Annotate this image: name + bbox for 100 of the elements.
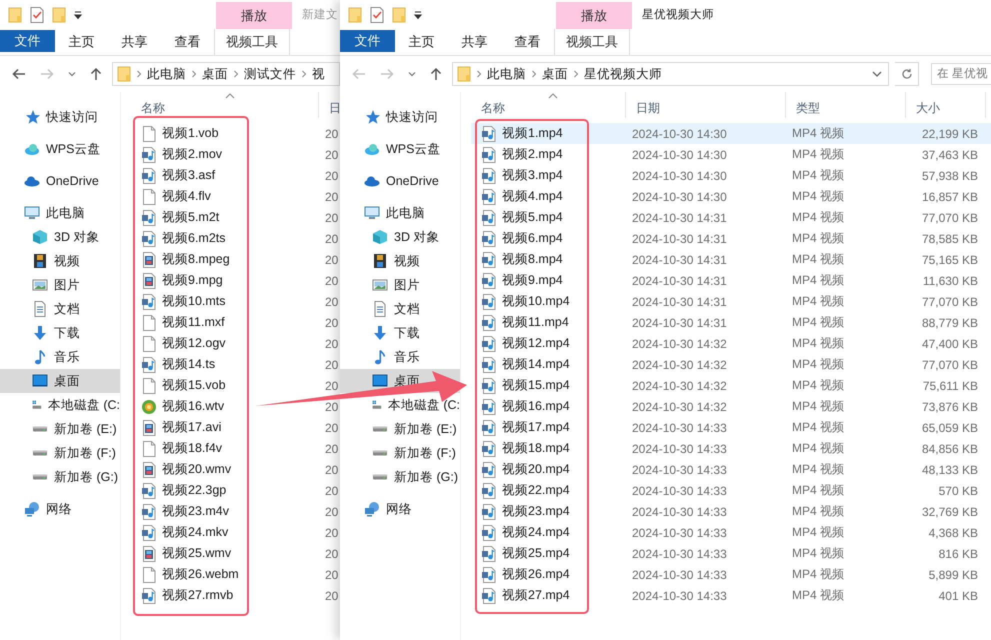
- file-row[interactable]: 视频15.vob 20: [131, 375, 340, 396]
- file-row[interactable]: 视频10.mp4 2024-10-30 14:31 MP4 视频 77,070 KB: [471, 291, 991, 312]
- file-row[interactable]: 视频27.mp4 2024-10-30 14:33 MP4 视频 401 KB: [471, 585, 991, 606]
- nav-item[interactable]: 新加卷 (E:): [340, 417, 460, 441]
- nav-item[interactable]: 桌面: [0, 369, 120, 393]
- file-row[interactable]: 视频2.mp4 2024-10-30 14:30 MP4 视频 37,463 KB: [471, 144, 991, 165]
- back-arrow-icon[interactable]: [12, 68, 26, 80]
- file-row[interactable]: 视频2.mov 20: [131, 144, 340, 165]
- file-row[interactable]: 视频14.mp4 2024-10-30 14:32 MP4 视频 77,070 KB: [471, 354, 991, 375]
- caret-icon[interactable]: [408, 71, 416, 77]
- file-row[interactable]: 视频20.mp4 2024-10-30 14:33 MP4 视频 48,133 KB: [471, 459, 991, 480]
- caret-icon[interactable]: [68, 71, 76, 77]
- file-row[interactable]: 视频11.mxf 20: [131, 312, 340, 333]
- file-row[interactable]: 视频18.mp4 2024-10-30 14:33 MP4 视频 84,856 KB: [471, 438, 991, 459]
- file-row[interactable]: 视频5.mp4 2024-10-30 14:31 MP4 视频 77,070 KB: [471, 207, 991, 228]
- nav-item[interactable]: 新加卷 (G:): [0, 465, 120, 489]
- file-row[interactable]: 视频18.f4v 20: [131, 438, 340, 459]
- file-row[interactable]: 视频16.wtv 20: [131, 396, 340, 417]
- file-row[interactable]: 视频12.mp4 2024-10-30 14:32 MP4 视频 47,400 KB: [471, 333, 991, 354]
- address-bar[interactable]: 此电脑 桌面 星优视频大师: [452, 62, 889, 86]
- breadcrumb[interactable]: 测试文件: [244, 66, 296, 82]
- file-row[interactable]: 视频25.wmv 20: [131, 543, 340, 564]
- column-header[interactable]: 日期: [626, 92, 786, 118]
- nav-item[interactable]: 下载: [0, 321, 120, 345]
- nav-item[interactable]: WPS云盘: [340, 137, 460, 161]
- column-header[interactable]: 名称: [131, 92, 319, 118]
- nav-item[interactable]: 视频: [0, 249, 120, 273]
- nav-item[interactable]: 视频: [340, 249, 460, 273]
- nav-item[interactable]: 此电脑: [0, 201, 120, 225]
- file-row[interactable]: 视频1.vob 20: [131, 123, 340, 144]
- up-arrow-icon[interactable]: [430, 67, 442, 81]
- file-row[interactable]: 视频6.m2ts 20: [131, 228, 340, 249]
- breadcrumb[interactable]: 桌面: [542, 66, 568, 82]
- file-row[interactable]: 视频17.avi 20: [131, 417, 340, 438]
- file-row[interactable]: 视频22.mp4 2024-10-30 14:33 MP4 视频 570 KB: [471, 480, 991, 501]
- nav-item[interactable]: 新加卷 (G:): [340, 465, 460, 489]
- breadcrumb[interactable]: 视: [312, 66, 325, 82]
- nav-item[interactable]: 图片: [340, 273, 460, 297]
- file-row[interactable]: 视频14.ts 20: [131, 354, 340, 375]
- file-row[interactable]: 视频1.mp4 2024-10-30 14:30 MP4 视频 22,199 KB: [471, 123, 991, 144]
- file-row[interactable]: 视频22.3gp 20: [131, 480, 340, 501]
- file-row[interactable]: 视频9.mp4 2024-10-30 14:31 MP4 视频 11,630 KB: [471, 270, 991, 291]
- file-row[interactable]: 视频16.mp4 2024-10-30 14:32 MP4 视频 73,876 KB: [471, 396, 991, 417]
- nav-item[interactable]: 文档: [0, 297, 120, 321]
- file-row[interactable]: 视频24.mkv 20: [131, 522, 340, 543]
- file-row[interactable]: 视频23.mp4 2024-10-30 14:33 MP4 视频 32,769 KB: [471, 501, 991, 522]
- nav-item[interactable]: 网络: [340, 497, 460, 521]
- file-row[interactable]: 视频4.flv 20: [131, 186, 340, 207]
- file-row[interactable]: 视频3.mp4 2024-10-30 14:30 MP4 视频 57,938 KB: [471, 165, 991, 186]
- nav-item[interactable]: 3D 对象: [340, 225, 460, 249]
- file-row[interactable]: 视频9.mpg 20: [131, 270, 340, 291]
- nav-item[interactable]: OneDrive: [340, 169, 460, 193]
- file-row[interactable]: 视频23.m4v 20: [131, 501, 340, 522]
- nav-item[interactable]: OneDrive: [0, 169, 120, 193]
- breadcrumb[interactable]: 此电脑: [487, 66, 526, 82]
- file-row[interactable]: 视频10.mts 20: [131, 291, 340, 312]
- file-row[interactable]: 视频8.mp4 2024-10-30 14:31 MP4 视频 75,165 KB: [471, 249, 991, 270]
- file-row[interactable]: 视频11.mp4 2024-10-30 14:31 MP4 视频 88,779 KB: [471, 312, 991, 333]
- nav-item[interactable]: 文档: [340, 297, 460, 321]
- refresh-button[interactable]: [895, 62, 919, 86]
- file-row[interactable]: 视频20.wmv 20: [131, 459, 340, 480]
- nav-item[interactable]: 3D 对象: [0, 225, 120, 249]
- file-row[interactable]: 视频26.webm 20: [131, 564, 340, 585]
- address-bar[interactable]: 此电脑 桌面 测试文件 视: [112, 62, 340, 86]
- nav-item[interactable]: 下载: [340, 321, 460, 345]
- nav-item[interactable]: 音乐: [340, 345, 460, 369]
- chevron-down-icon[interactable]: [872, 70, 882, 78]
- file-row[interactable]: 视频3.asf 20: [131, 165, 340, 186]
- file-row[interactable]: 视频17.mp4 2024-10-30 14:33 MP4 视频 65,059 KB: [471, 417, 991, 438]
- file-row[interactable]: 视频4.mp4 2024-10-30 14:30 MP4 视频 16,857 KB: [471, 186, 991, 207]
- file-row[interactable]: 视频25.mp4 2024-10-30 14:33 MP4 视频 816 KB: [471, 543, 991, 564]
- file-row[interactable]: 视频8.mpeg 20: [131, 249, 340, 270]
- nav-item[interactable]: 新加卷 (F:): [340, 441, 460, 465]
- breadcrumb[interactable]: 此电脑: [147, 66, 186, 82]
- column-header[interactable]: 类型: [786, 92, 906, 118]
- up-arrow-icon[interactable]: [90, 67, 102, 81]
- breadcrumb[interactable]: 星优视频大师: [584, 66, 662, 82]
- breadcrumb[interactable]: 桌面: [202, 66, 228, 82]
- nav-item[interactable]: 本地磁盘 (C:: [340, 393, 460, 417]
- file-row[interactable]: 视频27.rmvb 20: [131, 585, 340, 606]
- column-header[interactable]: 大小: [906, 92, 986, 118]
- file-row[interactable]: 视频5.m2t 20: [131, 207, 340, 228]
- column-header[interactable]: 名称: [471, 92, 626, 118]
- file-row[interactable]: 视频26.mp4 2024-10-30 14:33 MP4 视频 5,899 KB: [471, 564, 991, 585]
- file-menu-button[interactable]: 文件: [340, 30, 395, 52]
- file-menu-button[interactable]: 文件: [0, 30, 55, 52]
- file-row[interactable]: 视频15.mp4 2024-10-30 14:32 MP4 视频 75,611 KB: [471, 375, 991, 396]
- nav-item[interactable]: 快速访问: [0, 105, 120, 129]
- file-row[interactable]: 视频6.mp4 2024-10-30 14:31 MP4 视频 78,585 KB: [471, 228, 991, 249]
- search-field[interactable]: 在 星优视: [931, 63, 991, 85]
- nav-item[interactable]: 此电脑: [340, 201, 460, 225]
- nav-item[interactable]: 新加卷 (F:): [0, 441, 120, 465]
- nav-item[interactable]: 音乐: [0, 345, 120, 369]
- nav-item[interactable]: WPS云盘: [0, 137, 120, 161]
- nav-item[interactable]: 网络: [0, 497, 120, 521]
- file-row[interactable]: 视频24.mp4 2024-10-30 14:33 MP4 视频 4,368 KB: [471, 522, 991, 543]
- nav-item[interactable]: 图片: [0, 273, 120, 297]
- nav-item[interactable]: 新加卷 (E:): [0, 417, 120, 441]
- file-row[interactable]: 视频12.ogv 20: [131, 333, 340, 354]
- nav-item[interactable]: 本地磁盘 (C:: [0, 393, 120, 417]
